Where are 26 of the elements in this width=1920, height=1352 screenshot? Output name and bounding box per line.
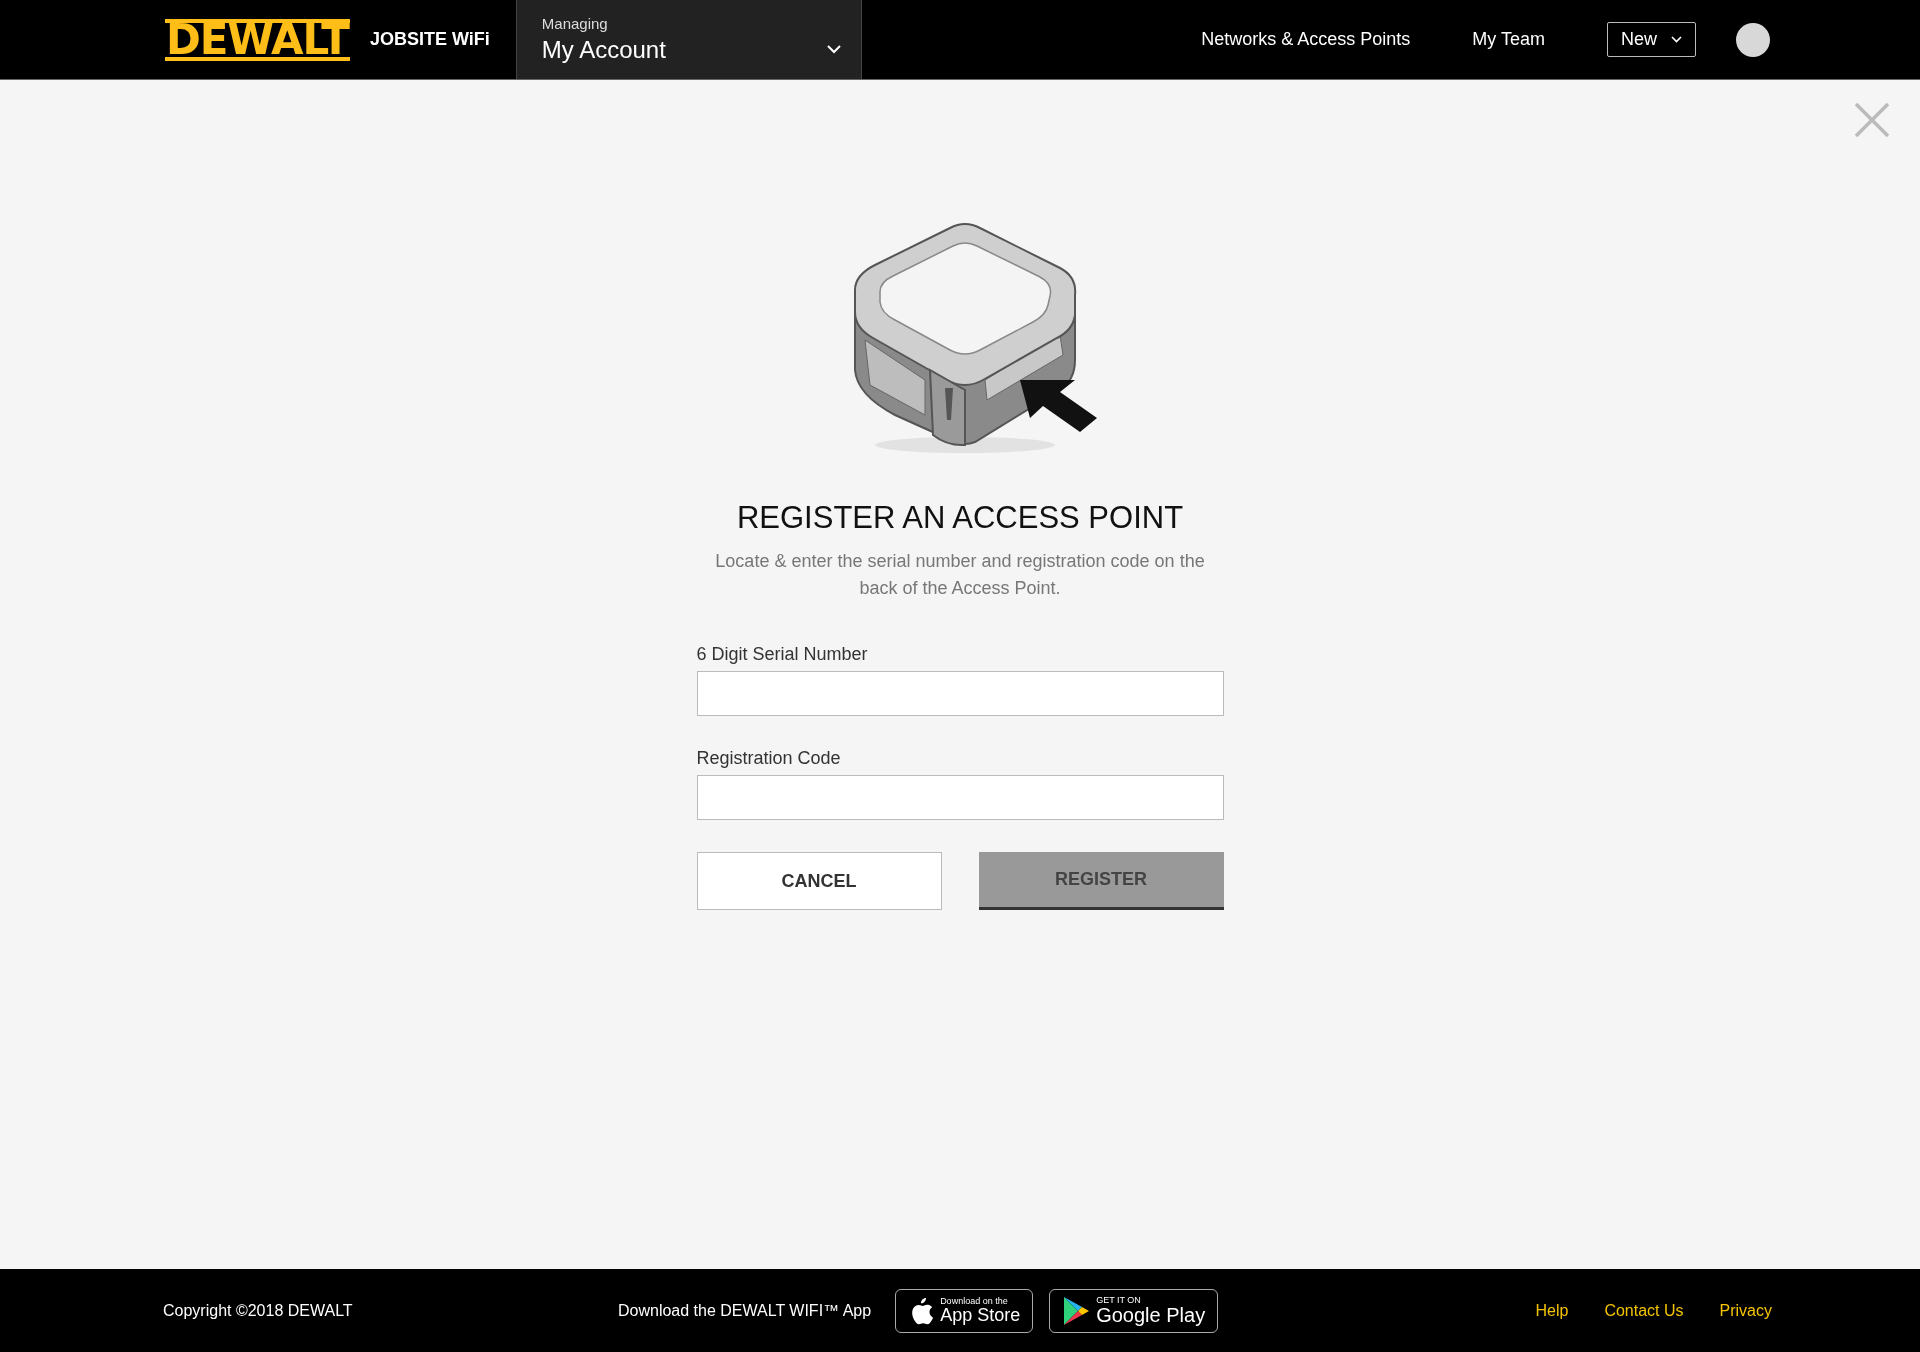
chevron-down-icon xyxy=(826,45,841,54)
footer-link[interactable]: Contact Us xyxy=(1604,1301,1684,1320)
google-play-badge[interactable]: GET IT ON Google Play xyxy=(1049,1288,1219,1333)
nav-link[interactable]: My Team xyxy=(1472,29,1545,50)
footer-link[interactable]: Privacy xyxy=(1719,1301,1772,1320)
brand-logo[interactable]: DEWALT xyxy=(165,18,350,61)
switcher-caption: Managing xyxy=(541,15,609,32)
download-app-text: Download the DEWALT WIFI™ App xyxy=(618,1301,872,1320)
dialog-description: Locate & enter the serial number and registration code on the back of the Access Point. xyxy=(714,550,1206,600)
input-field[interactable] xyxy=(696,775,1224,820)
new-dropdown-button[interactable]: New xyxy=(1607,22,1696,57)
copyright-text: Copyright ©2018 DEWALT xyxy=(163,1301,353,1320)
account-switcher[interactable]: Managing My Account xyxy=(515,0,862,79)
avatar-circle[interactable] xyxy=(1736,22,1770,57)
switcher-value: My Account xyxy=(541,36,667,64)
footer-link[interactable]: Help xyxy=(1535,1301,1569,1320)
cancel-button[interactable]: CANCEL xyxy=(696,852,942,910)
product-name: JOBSITE WiFi xyxy=(369,29,490,50)
app-store-badge[interactable]: Download on the App Store xyxy=(895,1288,1034,1333)
field-label: 6 Digit Serial Number xyxy=(696,644,869,665)
close-icon[interactable] xyxy=(1854,102,1890,138)
field-label: Registration Code xyxy=(696,748,842,769)
input-field[interactable] xyxy=(696,671,1224,716)
nav-link[interactable]: Networks & Access Points xyxy=(1201,29,1411,50)
dialog-title: REGISTER AN ACCESS POINT xyxy=(736,500,1184,536)
chevron-down-icon xyxy=(1671,36,1682,43)
